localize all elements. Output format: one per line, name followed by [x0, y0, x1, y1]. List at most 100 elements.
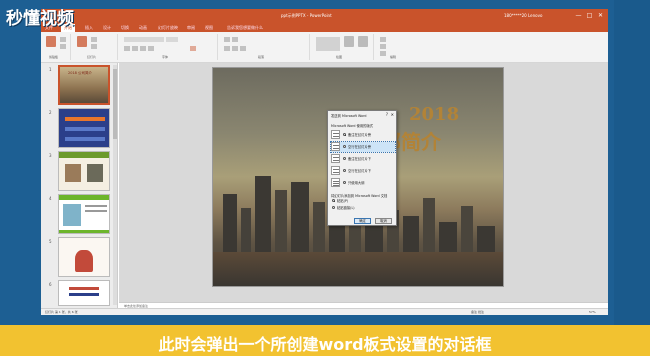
tab-transitions[interactable]: 切换	[121, 25, 129, 31]
group-label: 绘图	[336, 55, 343, 59]
thumb-number: 5	[49, 239, 52, 244]
thumb-number: 3	[49, 153, 52, 158]
city-ground	[213, 252, 503, 286]
layout-option-notes-next[interactable]: 备注在幻灯片旁	[331, 130, 395, 140]
layout-option-blank-below[interactable]: 空行在幻灯片下	[331, 166, 395, 176]
layout-preview-icon	[331, 166, 340, 175]
paste-link-option[interactable]: 粘贴链接(L)	[331, 205, 395, 211]
thumb-header	[59, 152, 109, 158]
zoom-level[interactable]: 57%	[589, 310, 596, 314]
slide-count: 幻灯片 第 1 张，共 6 张	[45, 310, 78, 314]
thumb-number: 6	[49, 282, 52, 287]
layout-radio[interactable]	[343, 145, 346, 148]
tab-design[interactable]: 设计	[103, 25, 111, 31]
minimize-button[interactable]: —	[574, 11, 583, 20]
group-clipboard: 剪贴板	[43, 34, 71, 60]
frame-right-edge	[614, 0, 650, 356]
reset-icon[interactable]	[91, 44, 97, 49]
slide-thumbnail[interactable]	[58, 108, 110, 148]
tab-slideshow[interactable]: 幻灯片放映	[158, 25, 178, 31]
thumb-bar	[65, 127, 105, 131]
align-center-icon[interactable]	[232, 46, 238, 51]
thumb-bar	[69, 293, 99, 296]
replace-icon[interactable]	[380, 44, 386, 49]
layout-option-notes-below[interactable]: 备注在幻灯片下	[331, 154, 395, 164]
layout-option-label: 只使用大纲	[348, 181, 365, 185]
layout-option-label: 空行在幻灯片下	[348, 169, 372, 173]
layout-radio[interactable]	[343, 157, 346, 160]
group-label: 编辑	[390, 55, 397, 59]
notes-comments-toggles[interactable]: 备注 批注	[471, 310, 484, 314]
cancel-button[interactable]: 取消	[375, 218, 392, 224]
slide-thumbnail[interactable]	[58, 237, 110, 277]
bold-icon[interactable]	[124, 46, 130, 51]
font-name-box[interactable]	[124, 37, 164, 42]
new-slide-icon[interactable]	[77, 36, 87, 47]
group-label: 段落	[258, 55, 265, 59]
tab-review[interactable]: 审阅	[187, 25, 195, 31]
scrollbar-thumb[interactable]	[113, 69, 117, 139]
select-icon[interactable]	[380, 51, 386, 56]
dialog-close-button[interactable]: ✕	[391, 112, 394, 117]
shapes-gallery[interactable]	[316, 37, 340, 51]
numbering-icon[interactable]	[232, 37, 238, 42]
group-editing: 编辑	[376, 34, 410, 60]
layout-icon[interactable]	[91, 37, 97, 42]
window-title: ppt示例PPTX - PowerPoint	[281, 13, 332, 18]
slide-thumbnail[interactable]	[58, 194, 110, 234]
paste-radio[interactable]	[332, 199, 335, 202]
layout-radio[interactable]	[343, 169, 346, 172]
paste-icon[interactable]	[46, 36, 56, 47]
cut-icon[interactable]	[60, 37, 66, 42]
align-right-icon[interactable]	[240, 46, 246, 51]
tab-animations[interactable]: 动画	[139, 25, 147, 31]
paste-link-label: 粘贴链接(L)	[337, 206, 355, 210]
thumb-bar	[69, 287, 99, 290]
layout-option-outline-only[interactable]: 只使用大纲	[331, 178, 395, 188]
ok-button[interactable]: 确定	[354, 218, 371, 224]
help-button[interactable]: ?	[386, 112, 388, 117]
slide-thumbnail[interactable]	[58, 151, 110, 191]
channel-logo: 秒懂视频	[6, 9, 74, 29]
subtitle-caption: 此时会弹出一个所创建word板式设置的对话框	[158, 335, 492, 354]
thumb-number: 4	[49, 196, 52, 201]
paste-option[interactable]: 粘贴(P)	[331, 198, 395, 204]
layout-option-label: 空行在幻灯片旁	[348, 145, 372, 149]
group-drawing: 绘图	[312, 34, 374, 60]
strikethrough-icon[interactable]	[148, 46, 154, 51]
group-paragraph: 段落	[220, 34, 310, 60]
layout-radio[interactable]	[343, 133, 346, 136]
tab-view[interactable]: 视图	[205, 25, 213, 31]
layout-section-label: Microsoft Word 使用的版式	[331, 124, 374, 128]
title-bar: ppt示例PPTX - PowerPoint 180*****20 Lenovo…	[41, 9, 608, 23]
slide-thumbnail[interactable]: 2018 公司简介	[58, 65, 110, 105]
thumbnail-scrollbar[interactable]	[113, 65, 117, 305]
paste-link-radio[interactable]	[332, 206, 335, 209]
thumb-bar	[65, 137, 105, 141]
slide-thumbnail[interactable]	[58, 280, 110, 306]
tab-insert[interactable]: 插入	[85, 25, 93, 31]
underline-icon[interactable]	[140, 46, 146, 51]
layout-radio[interactable]	[343, 181, 346, 184]
thumb-bar	[65, 117, 105, 121]
group-font: 字体	[120, 34, 218, 60]
maximize-button[interactable]: □	[585, 11, 594, 20]
copy-icon[interactable]	[60, 44, 66, 49]
font-color-icon[interactable]	[190, 46, 196, 51]
thumb-text-line	[85, 205, 107, 207]
layout-option-blank-next[interactable]: 空行在幻灯片旁	[330, 141, 396, 153]
close-button[interactable]: ✕	[596, 11, 605, 20]
font-size-box[interactable]	[166, 37, 178, 42]
align-left-icon[interactable]	[224, 46, 230, 51]
paste-option-label: 粘贴(P)	[337, 199, 349, 203]
arrange-icon[interactable]	[344, 36, 354, 47]
bullets-icon[interactable]	[224, 37, 230, 42]
italic-icon[interactable]	[132, 46, 138, 51]
layout-preview-icon	[331, 142, 340, 151]
tell-me-search[interactable]: 告诉我您想要做什么	[227, 25, 263, 31]
thumb-photo	[87, 164, 103, 182]
thumb-text-line	[85, 210, 107, 212]
find-icon[interactable]	[380, 37, 386, 42]
quick-styles-icon[interactable]	[358, 36, 368, 47]
layout-preview-icon	[331, 178, 340, 187]
